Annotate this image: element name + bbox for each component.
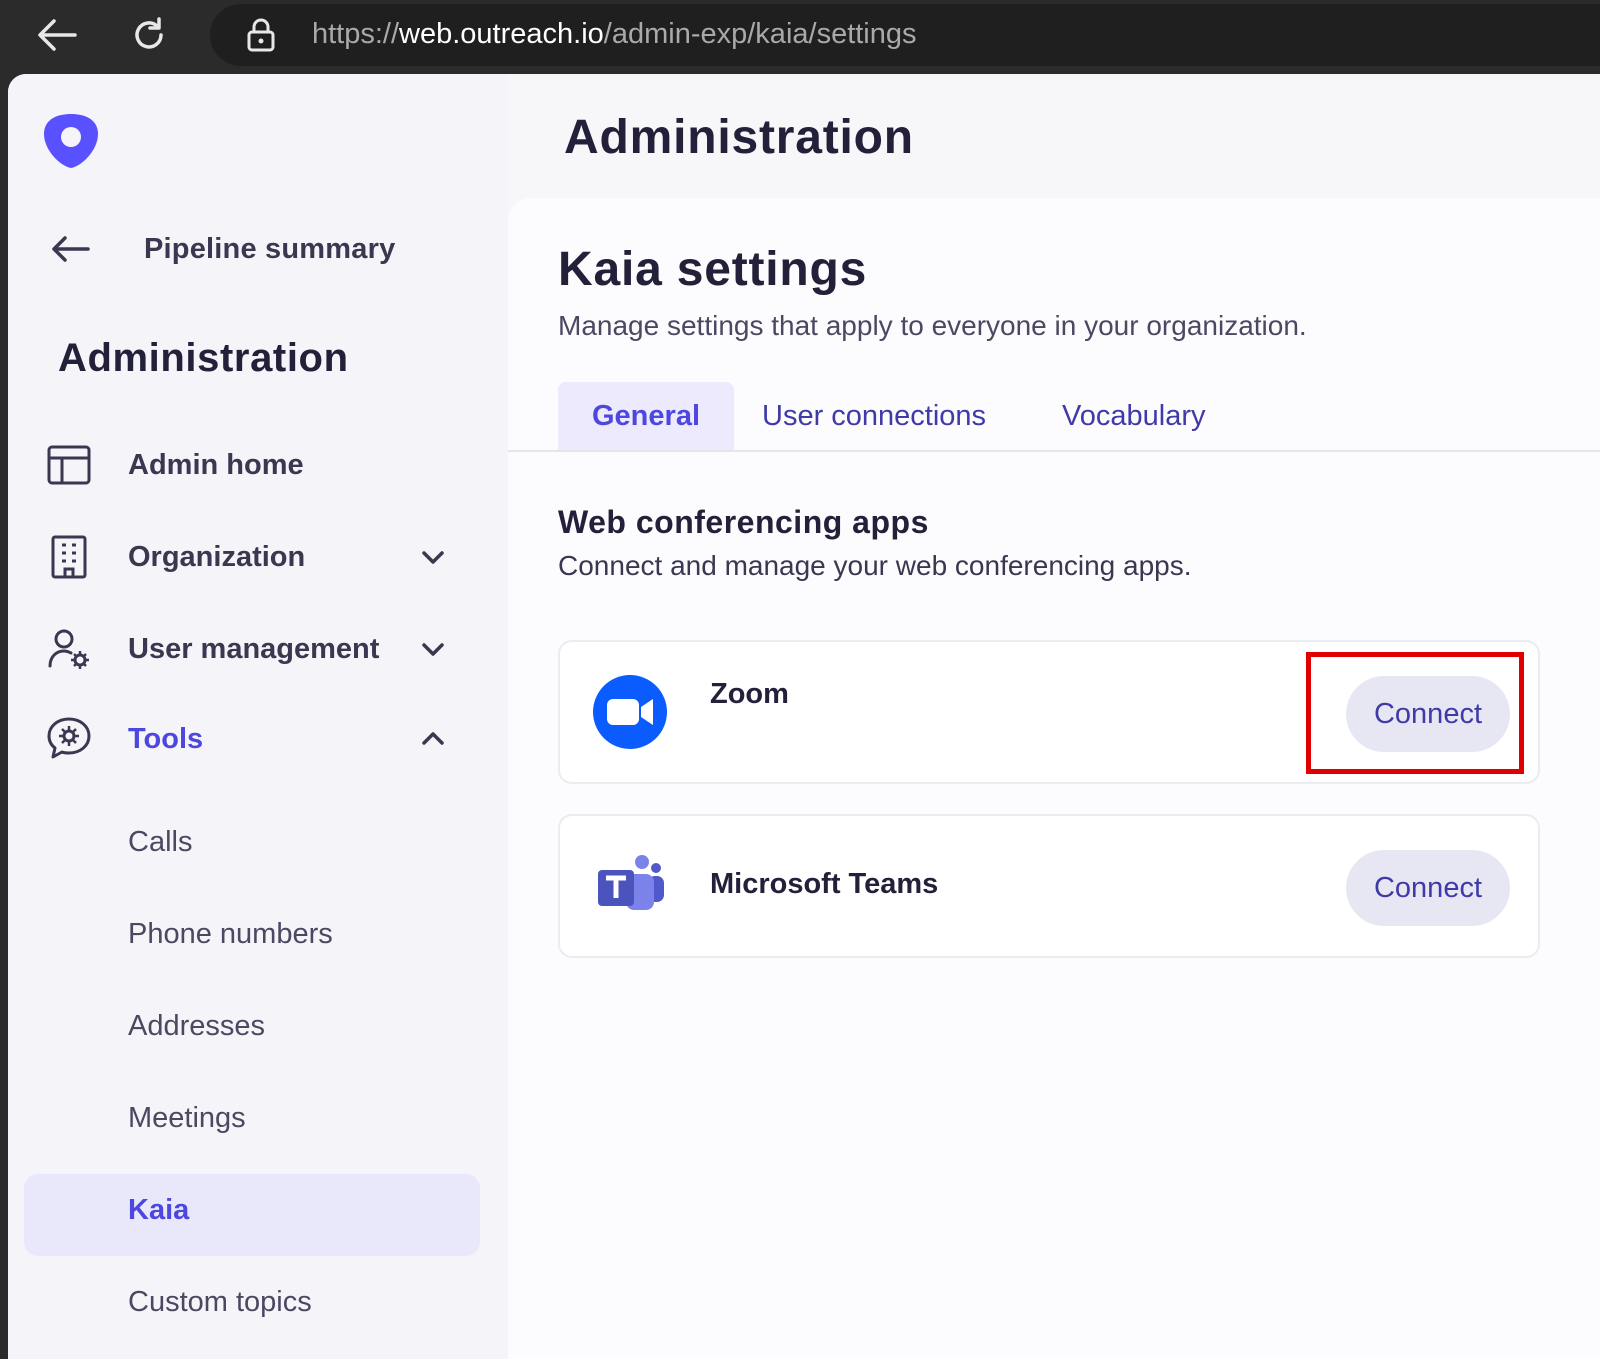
teams-connect-button[interactable]: Connect bbox=[1346, 850, 1510, 926]
sidebar-subitem-label: Addresses bbox=[128, 1010, 266, 1042]
url-text: https://web.outreach.io/admin-exp/kaia/s… bbox=[312, 18, 917, 51]
panel-title: Kaia settings bbox=[558, 243, 868, 296]
sidebar-subitem-label: Kaia bbox=[128, 1194, 190, 1226]
browser-reload-button[interactable] bbox=[126, 12, 172, 58]
tab-bar: General User connections Vocabulary bbox=[508, 382, 1600, 452]
sidebar-subitem-label: Phone numbers bbox=[128, 918, 333, 950]
sidebar-item-label: Admin home bbox=[128, 449, 304, 481]
highlight-annotation bbox=[1306, 652, 1524, 774]
app-card-microsoft-teams: Microsoft Teams Connect bbox=[558, 814, 1540, 958]
user-gear-icon bbox=[46, 626, 92, 672]
lock-icon bbox=[247, 18, 275, 52]
browser-back-button[interactable] bbox=[34, 12, 80, 58]
sidebar-item-organization[interactable]: Organization bbox=[24, 532, 484, 582]
app-name: Microsoft Teams bbox=[710, 868, 939, 900]
sidebar-item-label: Organization bbox=[128, 541, 306, 573]
sidebar-subitem-meetings[interactable]: Meetings bbox=[24, 1082, 480, 1164]
settings-panel: Kaia settings Manage settings that apply… bbox=[508, 198, 1600, 1359]
arrow-left-icon bbox=[38, 19, 77, 51]
sidebar-subitem-label: Calls bbox=[128, 826, 193, 858]
sidebar-item-label: User management bbox=[128, 633, 380, 665]
section-subtitle: Connect and manage your web conferencing… bbox=[558, 550, 1192, 581]
address-bar[interactable]: https://web.outreach.io/admin-exp/kaia/s… bbox=[210, 4, 1600, 66]
sidebar-title: Administration bbox=[58, 336, 349, 380]
sidebar-subitem-custom-topics[interactable]: Custom topics bbox=[24, 1266, 480, 1348]
arrow-left-icon bbox=[52, 236, 90, 262]
building-icon bbox=[46, 534, 92, 580]
sidebar-item-admin-home[interactable]: Admin home bbox=[24, 440, 484, 490]
sidebar-subitem-label: Custom topics bbox=[128, 1286, 312, 1318]
tab-general[interactable]: General bbox=[558, 382, 734, 450]
chevron-down-icon bbox=[418, 634, 448, 664]
tab-user-connections[interactable]: User connections bbox=[728, 382, 1020, 450]
sidebar-item-tools[interactable]: Tools bbox=[24, 714, 484, 764]
tab-vocabulary[interactable]: Vocabulary bbox=[1028, 382, 1240, 450]
sidebar-item-label: Tools bbox=[128, 723, 204, 755]
layout-icon bbox=[46, 442, 92, 488]
chevron-down-icon bbox=[418, 542, 448, 572]
back-link-label: Pipeline summary bbox=[144, 232, 396, 265]
sidebar: Pipeline summary Administration Admin ho… bbox=[8, 74, 508, 1359]
url-host: web.outreach.io bbox=[399, 18, 604, 50]
tools-icon bbox=[46, 716, 92, 762]
page-title: Administration bbox=[564, 111, 914, 164]
sidebar-item-user-management[interactable]: User management bbox=[24, 606, 484, 692]
chevron-up-icon bbox=[418, 724, 448, 754]
outreach-logo-icon bbox=[44, 114, 98, 168]
section-title: Web conferencing apps bbox=[558, 504, 929, 540]
reload-icon bbox=[135, 17, 163, 49]
zoom-icon bbox=[593, 675, 667, 749]
panel-subtitle: Manage settings that apply to everyone i… bbox=[558, 310, 1307, 341]
teams-icon bbox=[598, 855, 664, 910]
sidebar-subitem-addresses[interactable]: Addresses bbox=[24, 990, 480, 1072]
url-path: /admin-exp/kaia/settings bbox=[603, 18, 917, 50]
browser-toolbar: https://web.outreach.io/admin-exp/kaia/s… bbox=[0, 0, 1600, 74]
sidebar-subitem-label: Meetings bbox=[128, 1102, 246, 1134]
back-to-pipeline-link[interactable]: Pipeline summary bbox=[50, 224, 395, 274]
url-scheme: https:// bbox=[312, 18, 400, 50]
app-name: Zoom bbox=[710, 678, 789, 710]
sidebar-subitem-phone-numbers[interactable]: Phone numbers bbox=[24, 898, 480, 980]
sidebar-subitem-kaia[interactable]: Kaia bbox=[24, 1174, 480, 1256]
sidebar-subitem-calls[interactable]: Calls bbox=[24, 806, 480, 888]
